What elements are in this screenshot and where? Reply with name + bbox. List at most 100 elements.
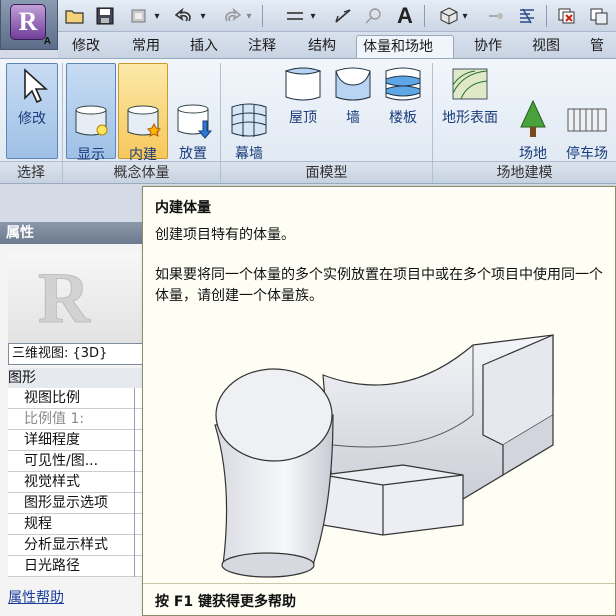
chevron-down-icon[interactable]: ▾ [244,5,254,27]
curtain-system-button[interactable]: 幕墙 系统 [224,63,274,180]
roof-label: 屋顶 [289,110,317,126]
inplace-mass-button[interactable]: 内建 体量 [118,63,168,181]
wall-label: 墙 [346,110,360,126]
property-row[interactable]: 图形显示选项 [8,493,150,514]
quick-access-toolbar: ▾ ▾ ▾ ▾ A ▾ [0,0,616,32]
property-label: 视觉样式 [24,474,80,490]
property-row[interactable]: 视图比例 [8,388,150,409]
curtain-system-icon [226,81,272,137]
property-label: 视图比例 [24,390,80,406]
show-mass-button[interactable]: 显示 体量 [66,63,116,181]
tab-home[interactable]: 常用 [126,35,166,58]
category-graphics[interactable]: 图形 [8,368,150,388]
properties-help-link[interactable]: 属性帮助 [8,588,64,608]
group-label-face-model: 面模型 [221,161,432,183]
toposurface-icon [447,63,493,105]
application-menu-button[interactable]: R A [0,0,58,50]
section-icon[interactable] [484,5,506,27]
mass-place-icon [170,81,216,139]
property-row[interactable]: 比例值 1: [8,409,150,430]
property-row[interactable]: 日光路径 [8,556,150,577]
site-component-button[interactable]: 场地 构件 [510,63,556,180]
mass-illustration [203,325,613,585]
sync-icon[interactable] [128,5,150,27]
property-label: 日光路径 [24,558,80,574]
property-label: 详细程度 [24,432,80,448]
chevron-down-icon[interactable]: ▾ [460,5,470,27]
toposurface-button[interactable]: 地形表面 [436,63,504,159]
tooltip-long-text: 如果要将同一个体量的多个实例放置在项目中或在多个项目中使用同一个体量，请创建一个… [155,267,603,304]
save-icon[interactable] [94,5,116,27]
tab-manage[interactable]: 管理 [584,35,616,76]
group-label-conceptual-mass: 概念体量 [63,161,220,183]
tooltip-f1-hint: 按 F1 键获得更多帮助 [155,594,297,610]
undo-icon[interactable] [174,5,196,27]
tooltip-footer: 按 F1 键获得更多帮助 [143,583,615,615]
svg-text:R: R [38,258,91,338]
group-label-select: 选择 [0,161,62,183]
floor-by-face-icon [380,63,426,105]
parking-icon [564,81,610,132]
tree-icon [510,81,556,137]
tab-view[interactable]: 视图 [526,35,566,58]
logo-sub-letter: A [43,36,51,47]
toposurface-label: 地形表面 [442,110,498,126]
tab-modify[interactable]: 修改 [66,35,106,58]
property-label: 分析显示样式 [24,537,108,553]
tooltip-description: 创建项目特有的体量。 [155,227,295,243]
mass-star-icon [120,82,166,137]
mass-bulb-icon [68,82,114,136]
property-row[interactable]: 可见性/图... [8,451,150,472]
property-row[interactable]: 分析显示样式 [8,535,150,556]
tab-insert[interactable]: 插入 [184,35,224,58]
open-icon[interactable] [64,5,86,27]
tab-structure[interactable]: 结构 [302,35,342,58]
tab-annotate[interactable]: 注释 [242,35,282,58]
floor-button[interactable]: 楼板 [380,63,426,159]
toolbar-separator [262,5,263,27]
chevron-down-icon[interactable]: ▾ [308,5,318,27]
tab-collaborate[interactable]: 协作 [468,35,508,58]
property-row[interactable]: 视觉样式 [8,472,150,493]
group-label-site-modeling: 场地建模 [433,161,616,183]
roof-button[interactable]: 屋顶 [280,63,326,159]
ribbon-tabs: 修改 常用 插入 注释 结构 体量和场地 协作 视图 管理 [58,32,616,76]
modify-button[interactable]: 修改 [6,63,58,159]
close-hidden-icon[interactable] [556,5,578,27]
parking-component-button[interactable]: 停车场 构件 [558,63,616,180]
tooltip-inplace-mass: 内建体量 创建项目特有的体量。 如果要将同一个体量的多个实例放置在项目中或在多个… [142,186,616,616]
property-label: 可见性/图... [24,453,99,469]
tooltip-title: 内建体量 [155,200,211,216]
tag-icon[interactable] [362,5,384,27]
property-label: 规程 [24,516,52,532]
chevron-down-icon[interactable]: ▾ [152,5,162,27]
cursor-arrow-icon [9,64,55,106]
modify-label: 修改 [18,111,46,127]
tab-massing-site[interactable]: 体量和场地 [356,35,454,58]
roof-by-face-icon [280,63,326,105]
thin-lines-icon[interactable] [516,5,538,27]
chevron-down-icon[interactable]: ▾ [198,5,208,27]
switch-windows-icon[interactable] [588,5,610,27]
redo-icon[interactable] [220,5,242,27]
property-row[interactable]: 规程 [8,514,150,535]
toolbar-separator [424,5,425,27]
property-row[interactable]: 详细程度 [8,430,150,451]
ribbon-panel: 修改 显示 体量 内建 体量 放置 体量 幕 [0,58,616,184]
measure-icon[interactable] [284,5,306,27]
wall-button[interactable]: 墙 [330,63,376,159]
revit-window: ▾ ▾ ▾ ▾ A ▾ R A 修改 常用 插入 注释 结构 体量和场地 协作 … [0,0,616,616]
floor-label: 楼板 [389,110,417,126]
text-icon[interactable]: A [394,3,416,28]
revit-logo-icon: R [10,4,46,40]
properties-title: 属性 [0,222,150,244]
place-mass-button[interactable]: 放置 体量 [170,63,216,180]
property-label: 比例值 1: [24,411,85,427]
wall-by-face-icon [330,63,376,105]
type-selector[interactable]: 三维视图: {3D} [8,343,150,365]
properties-palette: 属性 R 三维视图: {3D} 图形 视图比例 比例值 1: 详细程度 可见性/… [0,222,150,616]
dimension-icon[interactable] [332,5,354,27]
3d-view-icon[interactable] [438,5,460,27]
property-label: 图形显示选项 [24,495,108,511]
toolbar-separator [546,5,547,27]
